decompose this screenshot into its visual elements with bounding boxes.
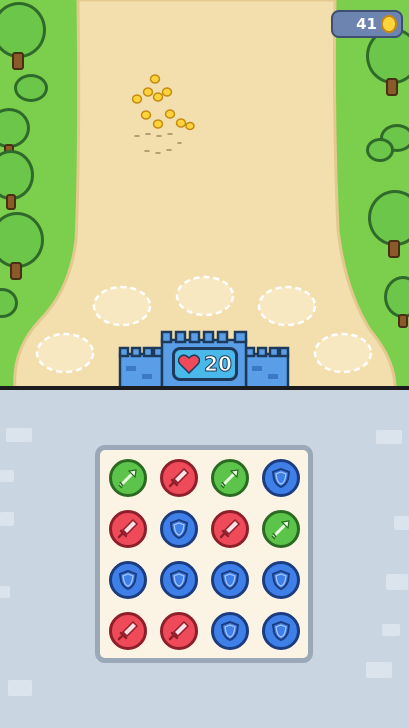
game-screen: 41 20 [0, 0, 409, 728]
sword-icon [168, 467, 190, 488]
castle-health-value: 20 [204, 352, 233, 377]
sword-icon [168, 620, 190, 641]
coin-counter: 41 [331, 10, 403, 38]
coin-icon [381, 15, 397, 33]
shield-icon [220, 569, 240, 591]
tree [0, 288, 20, 322]
sword-icon [117, 518, 139, 539]
tree [0, 2, 48, 74]
shield-icon [169, 569, 189, 591]
unit-tile-blue-shield[interactable] [211, 612, 249, 650]
shield-icon [220, 620, 240, 642]
spawn-spot [313, 332, 373, 374]
tree [368, 190, 409, 262]
tree [366, 28, 409, 100]
arrow-icon [118, 469, 137, 489]
shield-icon [169, 518, 189, 540]
heart-icon [178, 354, 201, 374]
unit-tile-red-sword[interactable] [109, 612, 147, 650]
unit-tile-blue-shield[interactable] [109, 561, 147, 599]
spawn-spot [92, 285, 152, 327]
sword-icon [219, 518, 241, 539]
tree [14, 74, 50, 104]
tree [366, 138, 396, 164]
spawn-spot [257, 285, 317, 327]
shield-icon [271, 569, 291, 591]
unit-tile-blue-shield[interactable] [211, 561, 249, 599]
tree [384, 276, 409, 332]
unit-tile-green-arrow[interactable] [262, 510, 300, 548]
unit-tile-blue-shield[interactable] [262, 612, 300, 650]
unit-tile-red-sword[interactable] [160, 459, 198, 497]
arrow-icon [271, 520, 290, 540]
castle-health-badge: 20 [172, 347, 238, 381]
unit-tile-red-sword[interactable] [109, 510, 147, 548]
spawn-spot [35, 332, 95, 374]
unit-tile-blue-shield[interactable] [262, 459, 300, 497]
unit-tile-blue-shield[interactable] [262, 561, 300, 599]
shield-icon [271, 467, 291, 489]
unit-tile-blue-shield[interactable] [160, 561, 198, 599]
spawn-spot [175, 275, 235, 317]
battlefield: 41 20 [0, 0, 409, 388]
sword-icon [117, 620, 139, 641]
unit-tile-green-arrow[interactable] [211, 459, 249, 497]
shield-icon [271, 620, 291, 642]
coin-count: 41 [356, 15, 377, 33]
tree [0, 150, 36, 214]
merge-panel [0, 390, 409, 728]
merge-board [95, 445, 313, 663]
arrow-icon [220, 469, 239, 489]
unit-tile-red-sword[interactable] [160, 612, 198, 650]
shield-icon [118, 569, 138, 591]
unit-tile-red-sword[interactable] [211, 510, 249, 548]
unit-tile-blue-shield[interactable] [160, 510, 198, 548]
tree [0, 212, 46, 284]
unit-tile-green-arrow[interactable] [109, 459, 147, 497]
